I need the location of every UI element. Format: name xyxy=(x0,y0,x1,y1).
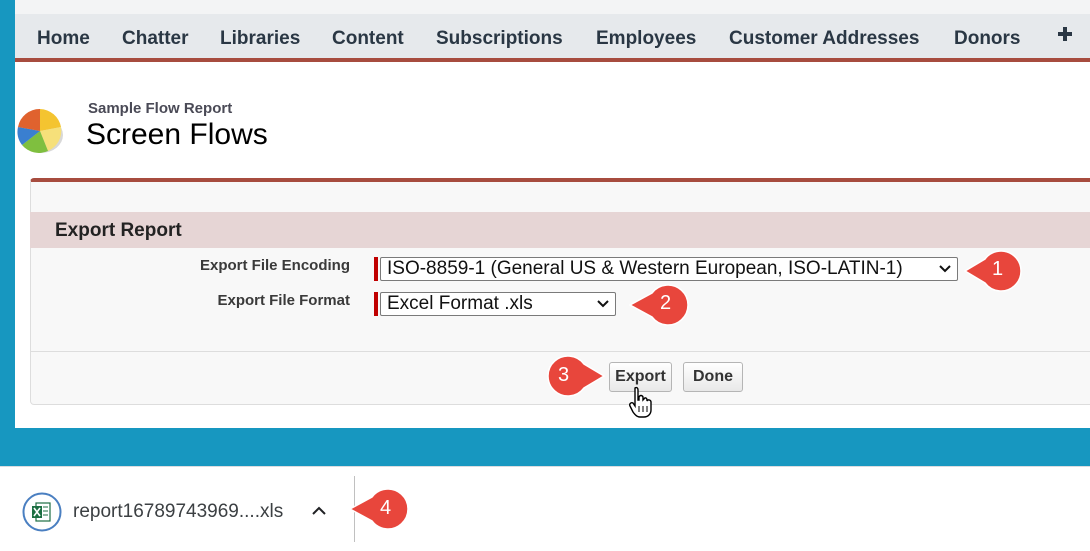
section-header: Export Report xyxy=(30,212,1090,248)
chevron-down-icon xyxy=(939,265,951,273)
page-title: Screen Flows xyxy=(86,118,268,151)
encoding-value: ISO-8859-1 (General US & Western Europea… xyxy=(387,258,903,279)
required-indicator xyxy=(374,257,378,281)
plus-icon[interactable] xyxy=(1057,26,1073,42)
tab-donors[interactable]: Donors xyxy=(954,28,1021,50)
callout-badge-3 xyxy=(547,355,606,397)
callout-number-2: 2 xyxy=(660,292,672,314)
required-indicator xyxy=(374,292,378,316)
format-label: Export File Format xyxy=(217,292,350,309)
report-subtitle: Sample Flow Report xyxy=(88,100,233,117)
encoding-label: Export File Encoding xyxy=(199,257,350,274)
format-select[interactable]: Excel Format .xls xyxy=(380,292,616,316)
encoding-select[interactable]: ISO-8859-1 (General US & Western Europea… xyxy=(380,257,958,281)
tab-libraries[interactable]: Libraries xyxy=(220,28,300,50)
callout-number-3: 3 xyxy=(558,364,570,386)
chevron-up-icon[interactable] xyxy=(310,502,328,520)
tab-subscriptions[interactable]: Subscriptions xyxy=(436,28,563,50)
tab-chatter[interactable]: Chatter xyxy=(122,28,189,50)
chevron-down-icon xyxy=(597,300,609,308)
section-title: Export Report xyxy=(55,220,182,241)
hand-cursor-icon xyxy=(629,386,652,418)
tab-customer-addresses[interactable]: Customer Addresses xyxy=(729,28,919,50)
callout-number-1: 1 xyxy=(992,258,1004,280)
divider xyxy=(31,351,1090,352)
callout-number-4: 4 xyxy=(380,497,392,519)
report-logo-icon xyxy=(17,108,63,153)
download-filename[interactable]: report16789743969....xls xyxy=(73,501,283,523)
done-button[interactable]: Done xyxy=(683,362,743,392)
tab-employees[interactable]: Employees xyxy=(596,28,696,50)
excel-file-icon[interactable] xyxy=(22,492,62,532)
tab-content[interactable]: Content xyxy=(332,28,404,50)
format-value: Excel Format .xls xyxy=(387,293,533,314)
tab-home[interactable]: Home xyxy=(37,28,90,50)
tab-bar: Home Chatter Libraries Content Subscript… xyxy=(15,14,1090,62)
